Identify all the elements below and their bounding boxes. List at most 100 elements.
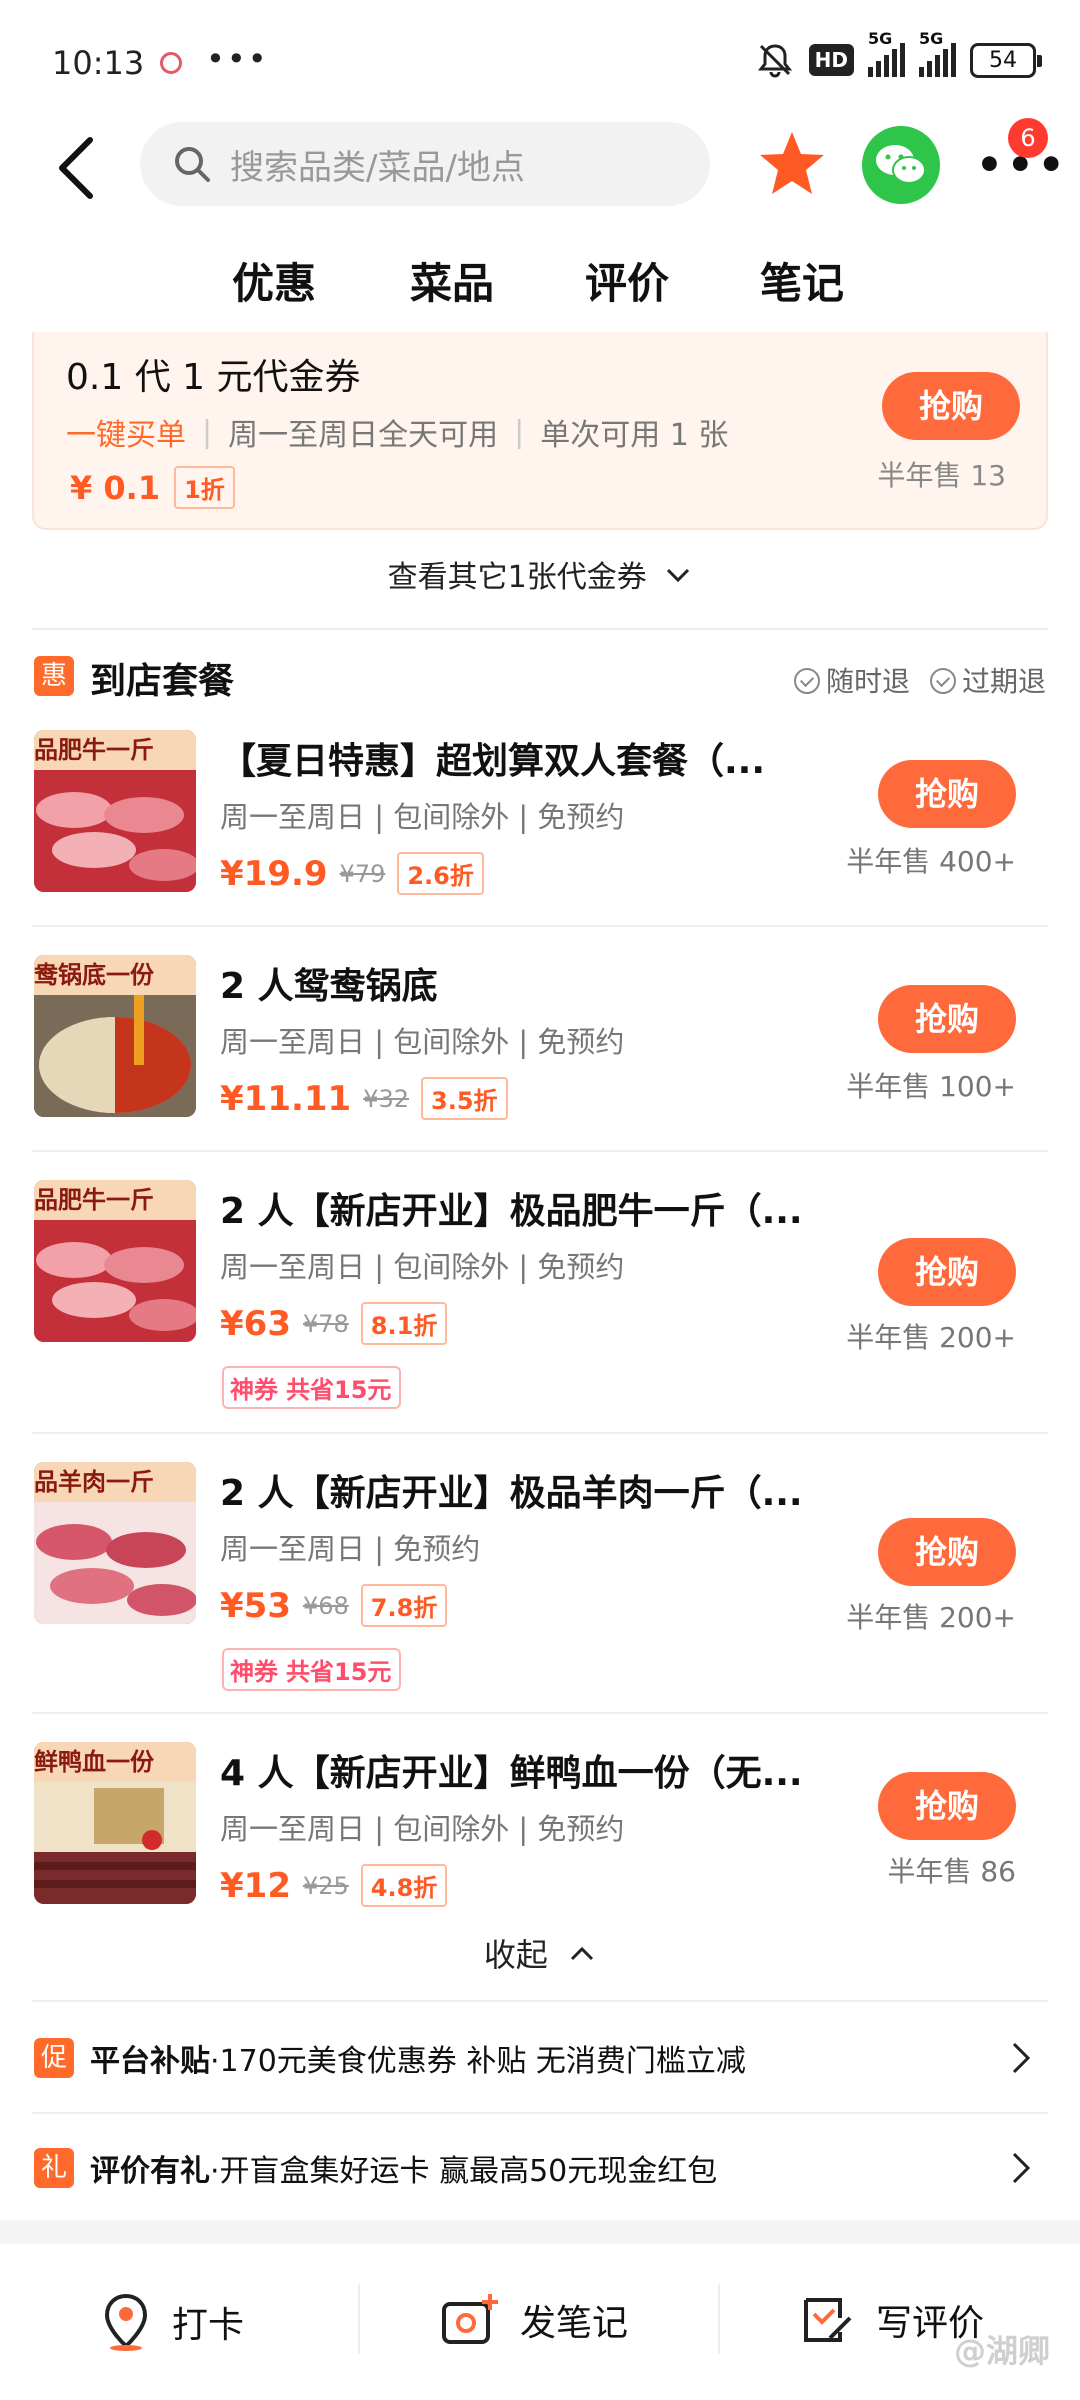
deal-original-price: ¥25 [302,1871,349,1900]
deal-buy-button[interactable]: 抢购 [878,1518,1016,1586]
wechat-share-icon[interactable] [862,126,940,204]
deal-thumbnail: 品肥牛一斤 [34,1180,196,1342]
deal-desc: 周一至周日 | 包间除外 | 免预约 [220,1812,625,1846]
deal-name: 【夏日特惠】超划算双人套餐（... [220,741,766,782]
collapse-label: 收起 [483,1936,548,1974]
deal-price: ¥12 [220,1865,291,1906]
signal-icon: 5G [868,29,905,77]
search-placeholder: 搜索品类/菜品/地点 [230,147,525,188]
watermark: @湖卿 [953,2332,1050,2370]
favorite-star-icon[interactable] [756,128,828,200]
deal-name: 2 人【新店开业】极品肥牛一斤（... [220,1191,803,1232]
deal-original-price: ¥79 [339,859,386,888]
deal-name: 4 人【新店开业】鲜鸭血一份（无... [220,1753,803,1794]
notification-badge: 6 [1008,118,1048,158]
deal-thumbnail: 品肥牛一斤 [34,730,196,892]
super-coupon-badge: 神券 共省15元 [222,1366,402,1409]
super-coupon-badge: 神券 共省15元 [222,1648,402,1691]
section-gap [0,2220,1080,2244]
deal-buy-button[interactable]: 抢购 [878,985,1016,1053]
bell-off-icon [757,44,792,78]
refund-policies: 随时退 过期退 [793,660,1046,700]
post-note-label: 发笔记 [520,2303,629,2344]
voucher-meta: 一键买单 | 周一至周日全天可用 | 单次可用 1 张 [66,410,728,454]
deal-section-icon: 惠 [34,656,74,696]
voucher-tag: 一键买单 [66,418,186,453]
tab-reviews[interactable]: 评价 [585,250,669,311]
deal-price: ¥11.11 [220,1078,352,1119]
chevron-up-icon [571,1946,594,1961]
deal-sold: 半年售 200+ [846,1601,1016,1634]
deal-original-price: ¥68 [302,1591,349,1620]
deal-desc: 周一至周日 | 包间除外 | 免预约 [220,1025,625,1059]
signal-icon-2: 5G [919,29,956,77]
status-time: 10:13 [52,44,145,82]
deal-discount: 2.6折 [397,852,484,895]
deal-section-title: 到店套餐 [90,661,235,702]
deal-price: ¥19.9 [220,853,328,894]
deal-prices: ¥63 ¥78 8.1折 [220,1302,448,1345]
divider [718,2284,720,2354]
voucher-discount: 1折 [174,466,235,509]
chevron-right-icon [1012,2152,1031,2184]
deal-discount: 7.8折 [360,1584,448,1627]
deal-discount: 3.5折 [421,1077,508,1120]
chevron-down-icon [667,568,690,583]
voucher-price-row: ¥ 0.1 1折 [70,466,235,509]
voucher-title: 0.1 代 1 元代金券 [66,357,361,398]
deal-price: ¥53 [220,1585,291,1626]
tab-notes[interactable]: 笔记 [760,250,844,311]
promo-text: 平台补贴·170元美食优惠券 补贴 无消费门槛立减 [90,2044,746,2079]
edit-review-icon [804,2298,852,2342]
status-bar: 10:13 ••• HD 5G 5G 54 [0,0,1080,120]
deal-sold: 半年售 400+ [846,845,1016,878]
location-pin-icon [104,2293,148,2351]
deal-desc: 周一至周日 | 免预约 [220,1532,481,1566]
policy-anytime-refund: 随时退 [793,660,910,700]
search-icon [175,147,210,182]
promo-review-gift[interactable]: 礼 评价有礼·开盲盒集好运卡 赢最高50元现金红包 [0,2140,1080,2200]
checkin-button[interactable]: 打卡 [100,2292,244,2352]
voucher-card[interactable]: 0.1 代 1 元代金券 一键买单 | 周一至周日全天可用 | 单次可用 1 张… [32,332,1048,530]
voucher-sold: 半年售 13 [877,459,1006,492]
deal-sold: 半年售 200+ [846,1321,1016,1354]
deal-thumbnail: 鸯锅底一份 [34,955,196,1117]
tab-bar: 优惠 菜品 评价 笔记 [0,250,1080,320]
deal-buy-button[interactable]: 抢购 [878,1238,1016,1306]
deal-buy-button[interactable]: 抢购 [878,1772,1016,1840]
search-bar[interactable]: 搜索品类/菜品/地点 [140,122,710,206]
promo-tag: 礼 [34,2148,74,2188]
deal-sold: 半年售 100+ [846,1070,1016,1103]
deal-desc: 周一至周日 | 包间除外 | 免预约 [220,1250,625,1284]
app-notification-icon [160,52,182,74]
voucher-price: ¥ 0.1 [70,468,161,507]
divider [32,1150,1048,1152]
promo-text: 评价有礼·开盲盒集好运卡 赢最高50元现金红包 [90,2154,718,2189]
tab-offers[interactable]: 优惠 [232,250,317,311]
more-vouchers-label: 查看其它1张代金券 [387,560,647,595]
deal-prices: ¥53 ¥68 7.8折 [220,1584,448,1627]
deal-discount: 8.1折 [360,1302,448,1345]
divider [32,925,1048,927]
camera-plus-icon [442,2294,498,2344]
deal-prices: ¥12 ¥25 4.8折 [220,1864,448,1907]
deal-name: 2 人【新店开业】极品羊肉一斤（... [220,1473,803,1514]
chevron-right-icon [1012,2042,1031,2074]
deal-desc: 周一至周日 | 包间除外 | 免预约 [220,800,625,834]
deal-buy-button[interactable]: 抢购 [878,760,1016,828]
collapse-button[interactable]: 收起 [0,1930,1080,1976]
check-circle-icon [793,668,820,694]
back-arrow-icon[interactable] [48,128,108,208]
promo-platform-subsidy[interactable]: 促 平台补贴·170元美食优惠券 补贴 无消费门槛立减 [0,2030,1080,2090]
voucher-buy-button[interactable]: 抢购 [882,372,1020,440]
post-note-button[interactable]: 发笔记 [440,2292,628,2348]
deal-thumbnail: 品羊肉一斤 [34,1462,196,1624]
battery-icon: 54 [970,42,1042,78]
tab-dishes[interactable]: 菜品 [410,250,494,311]
check-circle-icon [929,668,956,694]
divider [358,2284,360,2354]
more-vouchers-link[interactable]: 查看其它1张代金券 [0,552,1080,596]
policy-expire-refund: 过期退 [929,660,1046,700]
deal-prices: ¥11.11 ¥32 3.5折 [220,1077,508,1120]
hd-icon: HD [808,44,854,76]
